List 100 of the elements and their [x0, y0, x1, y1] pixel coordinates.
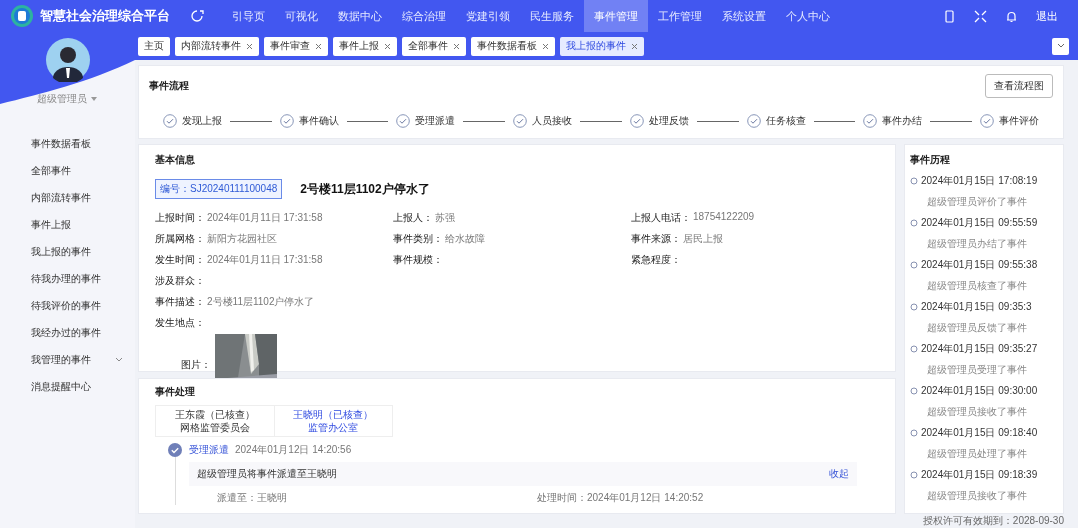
- sidebar-item[interactable]: 我上报的事件: [0, 238, 135, 265]
- record-assignee: 派遣至：王晓明: [216, 491, 288, 505]
- history-time: 2024年01月15日 17:08:19: [921, 174, 1039, 188]
- field-label: 涉及群众：: [155, 274, 205, 288]
- history-text: 超级管理员受理了事件: [926, 363, 1028, 377]
- bell-icon[interactable]: [1005, 9, 1018, 23]
- view-flowchart-button[interactable]: 查看流程图: [985, 74, 1053, 98]
- history-text: 超级管理员办结了事件: [926, 237, 1028, 251]
- logo-icon: [10, 4, 34, 28]
- field-label: 图片：: [181, 358, 211, 372]
- history-text: 超级管理员评价了事件: [926, 195, 1028, 209]
- circle-icon: [910, 219, 918, 227]
- nav-item[interactable]: 综合治理: [392, 0, 456, 32]
- history-text: 超级管理员接收了事件: [926, 405, 1028, 419]
- tab[interactable]: 事件上报: [333, 36, 397, 56]
- section-title: 事件处理: [155, 385, 196, 399]
- sidebar-item[interactable]: 我管理的事件: [0, 346, 135, 373]
- nav-item[interactable]: 数据中心: [328, 0, 392, 32]
- tab[interactable]: 事件数据看板: [471, 36, 555, 56]
- step-label: 受理派遣: [415, 114, 456, 128]
- nav-item[interactable]: 党建引领: [456, 0, 520, 32]
- history-time: 2024年01月15日 09:18:40: [921, 426, 1039, 440]
- nav-item[interactable]: 系统设置: [712, 0, 776, 32]
- chevron-icon: [115, 355, 123, 364]
- step-label: 发现上报: [182, 114, 222, 128]
- license-text: 授权许可有效期到：2028-09-30: [921, 514, 1065, 528]
- circle-icon: [910, 429, 918, 437]
- circle-icon: [910, 471, 918, 479]
- caret-icon[interactable]: [90, 95, 98, 103]
- chevron-icon: [1056, 42, 1065, 50]
- field-value: 苏强: [435, 211, 455, 225]
- history-time: 2024年01月15日 09:35:27: [921, 342, 1039, 356]
- sidebar-item[interactable]: 内部流转事件: [0, 184, 135, 211]
- field-label: 所属网格：: [155, 232, 205, 246]
- section-title: 事件流程: [149, 79, 189, 93]
- step-label: 事件评价: [999, 114, 1040, 128]
- nav-item[interactable]: 可视化: [275, 0, 328, 32]
- field-value: 2024年01月11日 17:31:58: [207, 211, 323, 225]
- close-icon[interactable]: [542, 42, 549, 50]
- logout-link[interactable]: 退出: [1036, 8, 1058, 24]
- circle-icon: [910, 387, 918, 395]
- close-icon[interactable]: [453, 42, 460, 50]
- close-icon[interactable]: [631, 42, 638, 50]
- tab[interactable]: 主页: [138, 36, 170, 56]
- record-time: 2024年01月12日 14:20:56: [235, 443, 352, 457]
- handler-tab[interactable]: 王晓明（已核查） 监管办公室: [273, 406, 392, 436]
- field-value: 2024年01月11日 17:31:58: [207, 253, 323, 267]
- dropdown-button[interactable]: [1052, 37, 1069, 55]
- step-label: 事件确认: [298, 114, 339, 128]
- field-value: 2号楼11层1102户停水了: [207, 295, 315, 309]
- field-value: 居民上报: [683, 232, 723, 246]
- sidebar-item[interactable]: 我经办过的事件: [0, 319, 135, 346]
- circle-icon: [910, 303, 918, 311]
- tab[interactable]: 内部流转事件: [175, 36, 259, 56]
- field-label: 事件类别：: [393, 232, 443, 246]
- nav-item[interactable]: 民生服务: [520, 0, 584, 32]
- nav-item[interactable]: 工作管理: [648, 0, 712, 32]
- history-time: 2024年01月15日 09:30:00: [921, 384, 1039, 398]
- close-icon[interactable]: [246, 42, 253, 50]
- event-number-tag: 编号：SJ20240111100048: [155, 179, 283, 199]
- sidebar-item[interactable]: 事件数据看板: [0, 130, 135, 157]
- refresh-icon[interactable]: [188, 8, 204, 24]
- close-icon[interactable]: [384, 42, 391, 50]
- field-label: 事件规模：: [393, 253, 443, 267]
- nav-item[interactable]: 引导页: [222, 0, 275, 32]
- tab[interactable]: 事件审查: [264, 36, 328, 56]
- step-label: 处理反馈: [648, 114, 689, 128]
- close-icon[interactable]: [315, 42, 322, 50]
- nav-item[interactable]: 个人中心: [776, 0, 840, 32]
- section-title: 事件历程: [910, 153, 951, 167]
- field-label: 事件描述：: [155, 295, 205, 309]
- history-time: 2024年01月15日 09:55:59: [921, 216, 1039, 230]
- check-circle-icon: [168, 443, 182, 457]
- history-text: 超级管理员处理了事件: [926, 447, 1028, 461]
- field-label: 发生地点：: [155, 316, 205, 330]
- history-time: 2024年01月15日 09:35:3: [921, 300, 1033, 314]
- sidebar-item[interactable]: 事件上报: [0, 211, 135, 238]
- circle-icon: [910, 177, 918, 185]
- step-label: 事件办结: [882, 114, 923, 128]
- history-time: 2024年01月15日 09:18:39: [921, 468, 1039, 482]
- tab[interactable]: 全部事件: [402, 36, 466, 56]
- field-label: 发生时间：: [155, 253, 205, 267]
- history-time: 2024年01月15日 09:55:38: [921, 258, 1039, 272]
- history-text: 超级管理员核查了事件: [926, 279, 1028, 293]
- step-label: 任务核查: [765, 114, 806, 128]
- collapse-link[interactable]: 收起: [829, 467, 849, 481]
- user-name[interactable]: 超级管理员: [37, 92, 87, 106]
- field-label: 上报时间：: [155, 211, 205, 225]
- field-value: 新阳方花园社区: [207, 232, 277, 246]
- sidebar-item[interactable]: 待我办理的事件: [0, 265, 135, 292]
- event-title: 2号楼11层1102户停水了: [300, 180, 430, 198]
- sidebar-item[interactable]: 消息提醒中心: [0, 373, 135, 400]
- fullscreen-icon[interactable]: [974, 9, 987, 23]
- sidebar-item[interactable]: 待我评价的事件: [0, 292, 135, 319]
- phone-icon[interactable]: [943, 9, 956, 23]
- tab[interactable]: 我上报的事件: [560, 36, 644, 56]
- sidebar-item[interactable]: 全部事件: [0, 157, 135, 184]
- app-title: 智慧社会治理综合平台: [40, 7, 170, 25]
- handler-tab[interactable]: 王东霞（已核查） 网格监管委员会: [156, 406, 274, 436]
- step-label: 人员接收: [532, 114, 573, 128]
